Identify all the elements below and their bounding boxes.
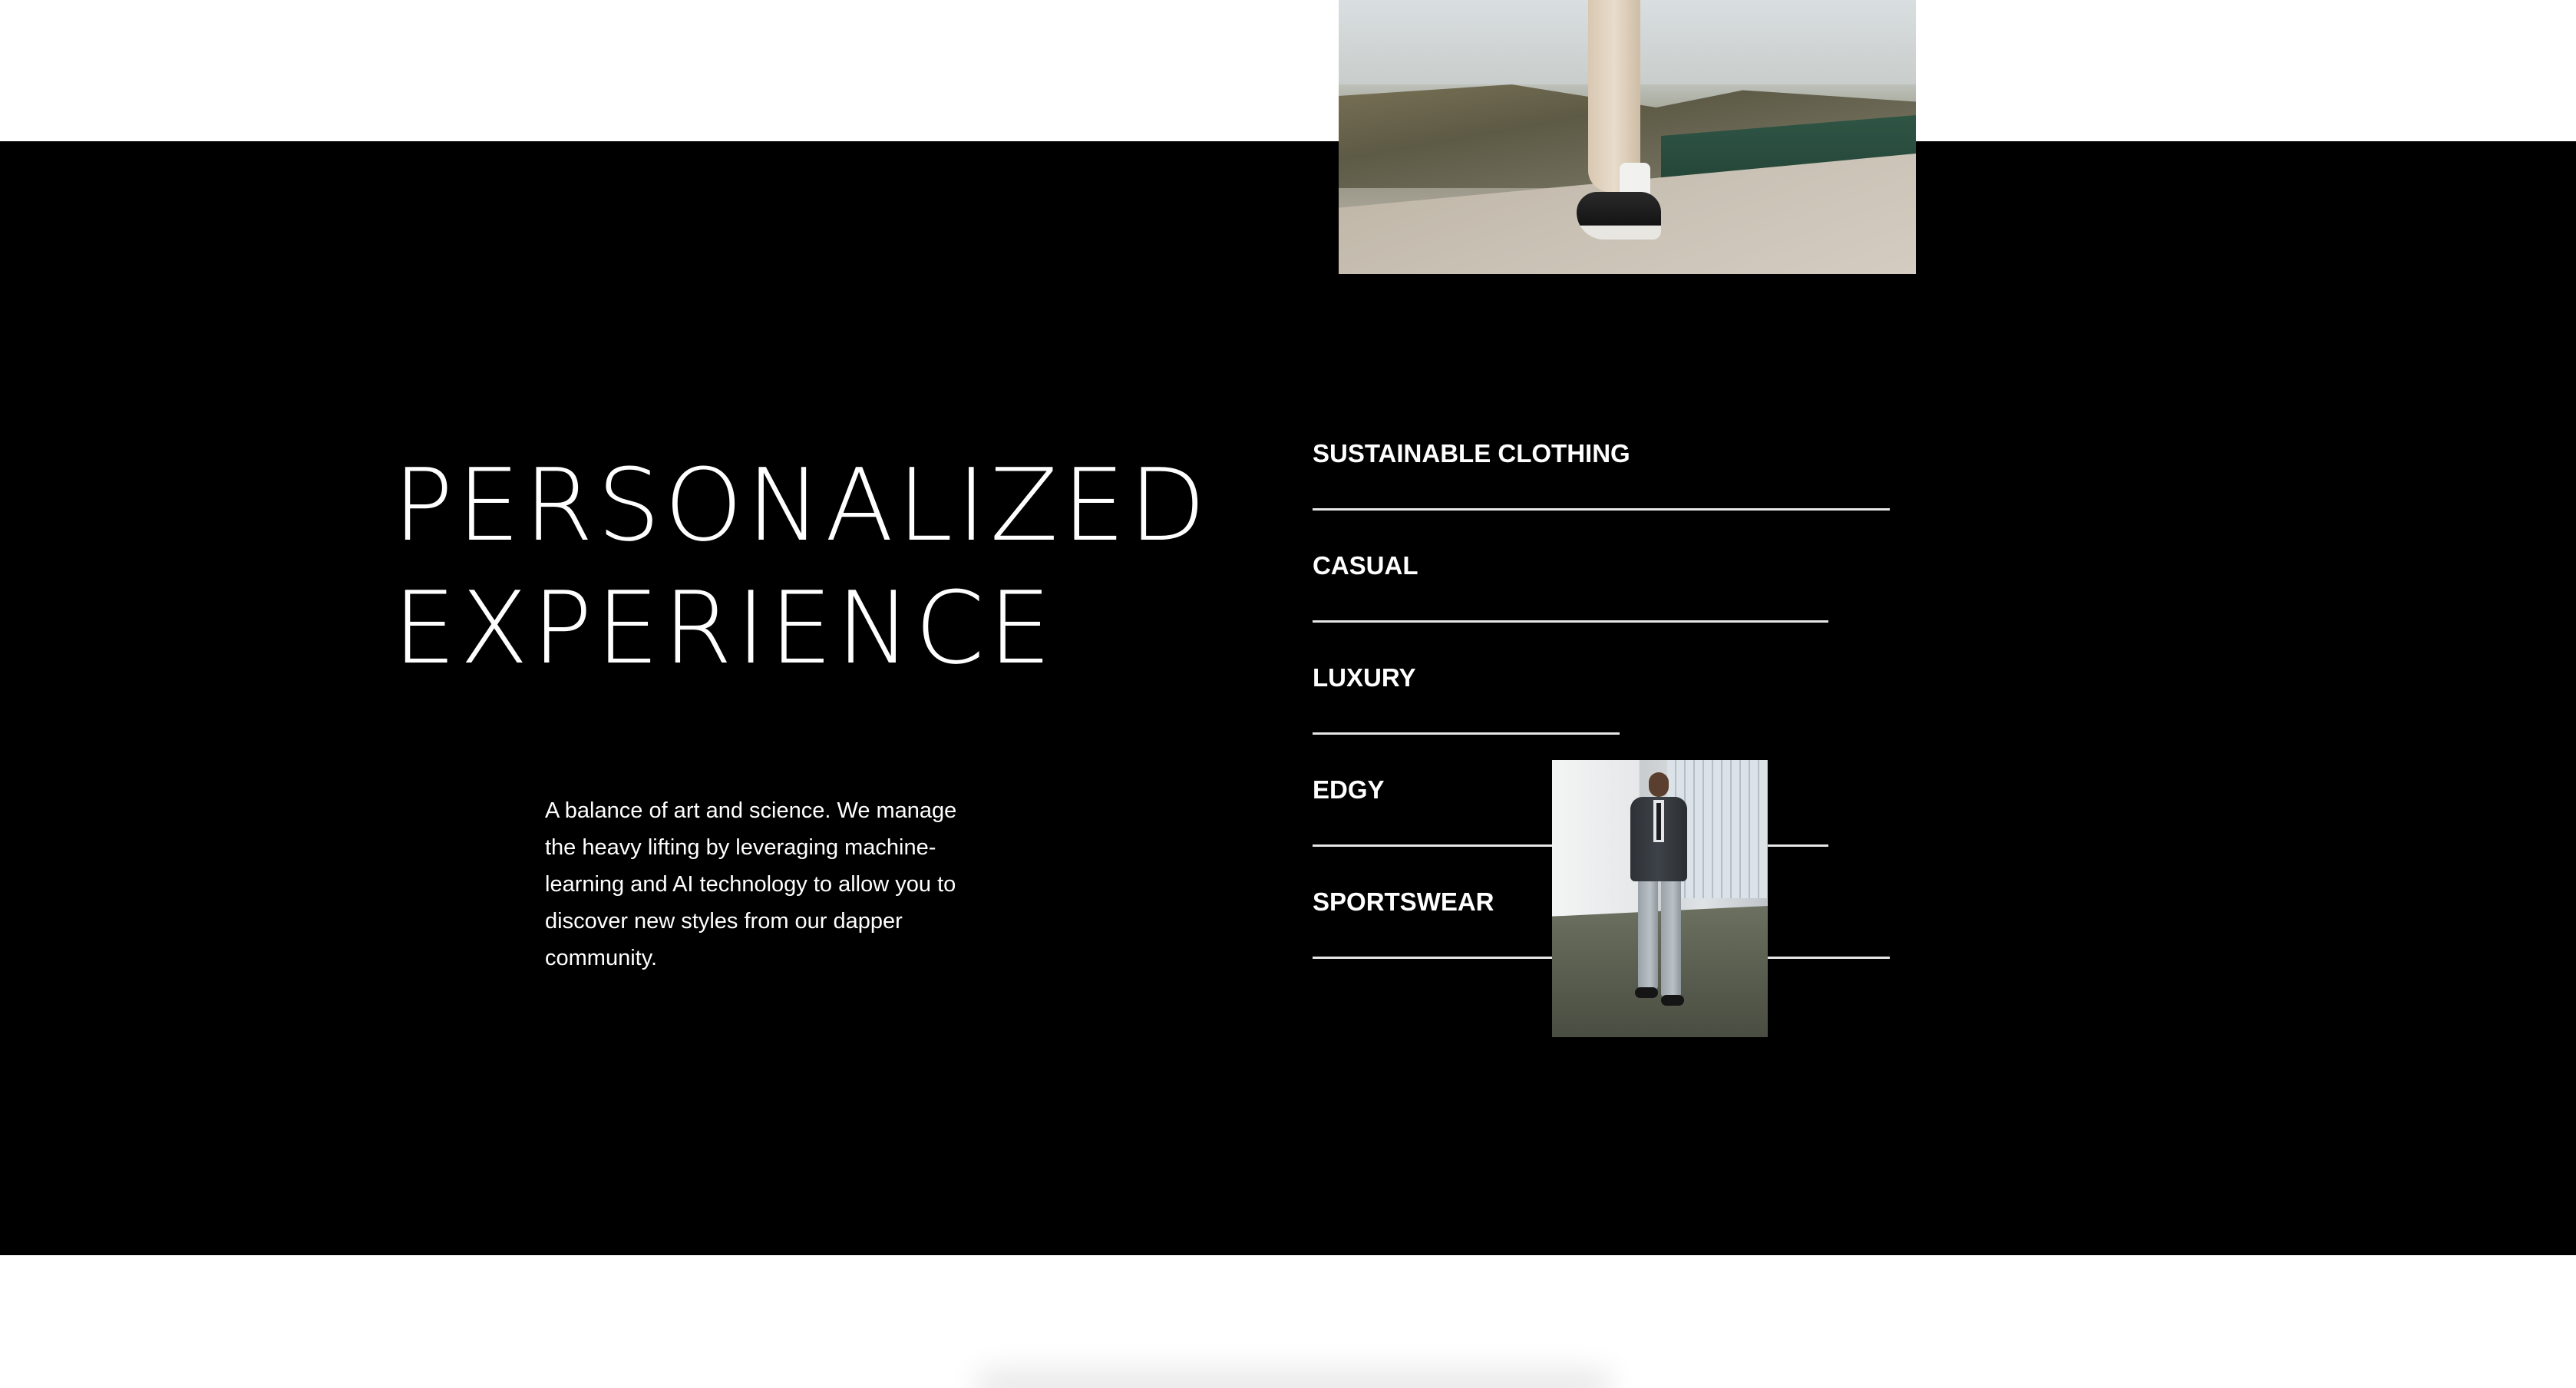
personalized-section	[0, 141, 2576, 1255]
style-item-divider	[1313, 732, 1620, 735]
man-in-suit-photo	[1552, 760, 1768, 1037]
style-item-label: LUXURY	[1313, 663, 1416, 692]
style-item-label: SPORTSWEAR	[1313, 887, 1494, 916]
section-headline: PERSONALIZED EXPERIENCE	[393, 444, 1210, 689]
style-item-label: EDGY	[1313, 775, 1385, 804]
style-item-divider	[1313, 508, 1890, 511]
section-description: A balance of art and science. We manage …	[545, 798, 957, 970]
street-sneakers-photo	[1339, 0, 1916, 274]
style-item-label: CASUAL	[1313, 551, 1418, 580]
headline-line-2: EXPERIENCE	[393, 570, 1055, 686]
headline-line-1: PERSONALIZED	[393, 447, 1210, 563]
style-item-label: SUSTAINABLE CLOTHING	[1313, 439, 1630, 468]
style-item-divider	[1313, 620, 1828, 623]
page: PERSONALIZED EXPERIENCE A balance of art…	[0, 0, 2576, 1388]
